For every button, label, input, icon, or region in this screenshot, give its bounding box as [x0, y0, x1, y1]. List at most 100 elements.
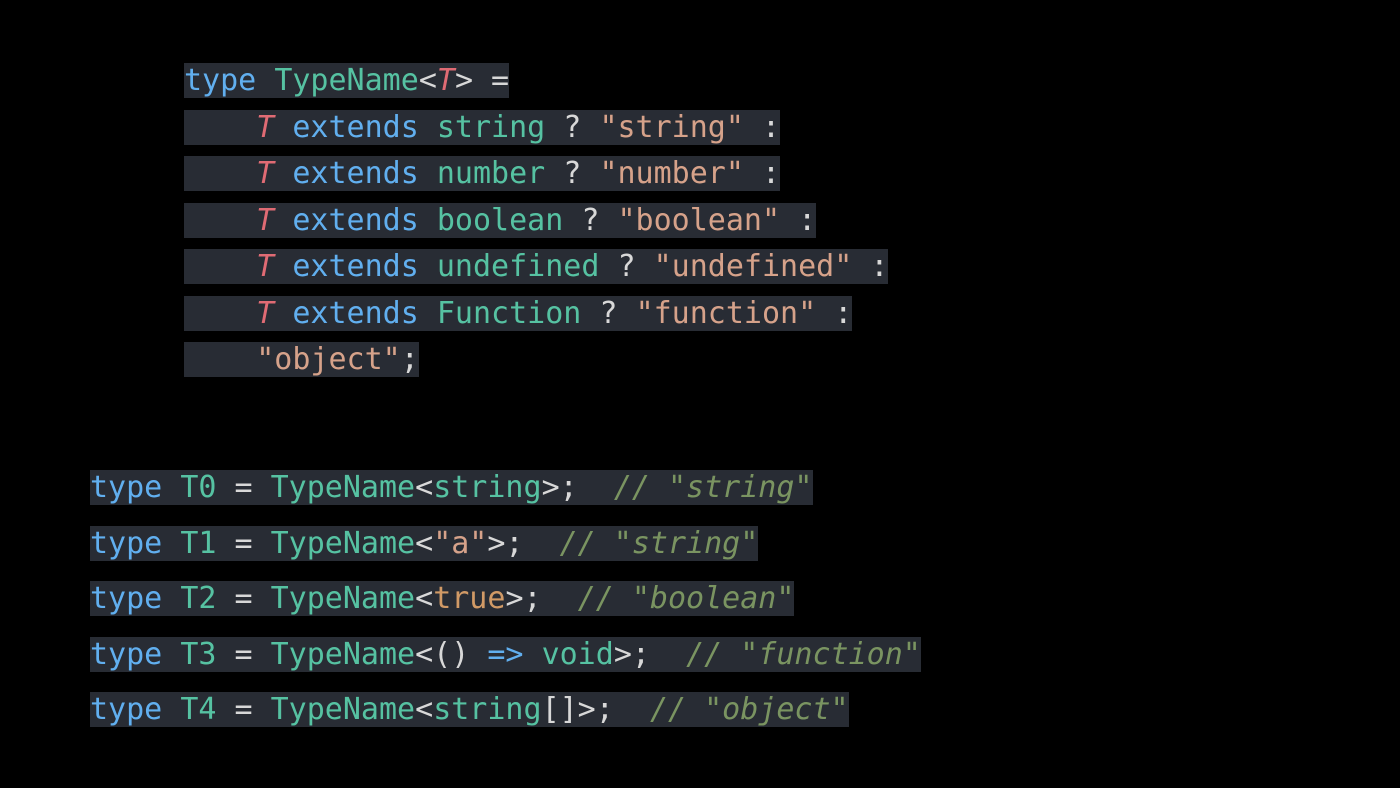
- code-token: extends: [292, 249, 418, 284]
- code-token: [184, 110, 256, 145]
- code-token: :: [852, 249, 888, 284]
- code-token: T: [256, 156, 274, 191]
- code-token: <: [415, 470, 433, 505]
- code-token: "undefined": [654, 249, 853, 284]
- code-token: > =: [455, 63, 509, 98]
- code-line: type T4 = TypeName<string[]>; // "object…: [90, 682, 921, 738]
- code-token: =: [216, 637, 270, 672]
- code-line: "object";: [184, 337, 888, 384]
- code-token: <: [419, 63, 437, 98]
- code-token: =: [216, 692, 270, 727]
- code-token: ?: [563, 203, 617, 238]
- code-token: Function: [437, 296, 582, 331]
- code-token: [524, 637, 542, 672]
- code-token: T2: [180, 581, 216, 616]
- code-token: [162, 470, 180, 505]
- code-token: // "boolean": [578, 581, 795, 616]
- code-token: ?: [599, 249, 653, 284]
- code-token: >;: [505, 581, 577, 616]
- code-token: boolean: [437, 203, 563, 238]
- code-token: TypeName: [271, 526, 416, 561]
- code-token: ?: [545, 156, 599, 191]
- code-token: [274, 110, 292, 145]
- code-token: T: [256, 249, 274, 284]
- code-token: T: [256, 110, 274, 145]
- code-token: number: [437, 156, 545, 191]
- code-block-definition: type TypeName<T> = T extends string ? "s…: [184, 58, 888, 384]
- code-token: string: [433, 692, 541, 727]
- code-token: "object": [256, 342, 401, 377]
- code-token: [274, 156, 292, 191]
- code-token: [162, 637, 180, 672]
- code-token: string: [433, 470, 541, 505]
- code-token: extends: [292, 156, 418, 191]
- code-token: [184, 342, 256, 377]
- code-line: T extends number ? "number" :: [184, 151, 888, 198]
- code-token: T1: [180, 526, 216, 561]
- code-token: [184, 203, 256, 238]
- code-token: [274, 296, 292, 331]
- code-token: [162, 692, 180, 727]
- code-block-examples: type T0 = TypeName<string>; // "string"t…: [90, 460, 921, 738]
- code-token: :: [744, 110, 780, 145]
- code-line: T extends string ? "string" :: [184, 105, 888, 152]
- code-token: string: [437, 110, 545, 145]
- code-token: "string": [599, 110, 744, 145]
- code-token: ;: [401, 342, 419, 377]
- code-token: >;: [614, 637, 686, 672]
- code-token: type: [90, 526, 162, 561]
- code-token: // "object": [650, 692, 849, 727]
- code-token: [184, 156, 256, 191]
- code-token: >;: [542, 470, 614, 505]
- code-token: >;: [487, 526, 559, 561]
- code-token: T0: [180, 470, 216, 505]
- code-token: "number": [599, 156, 744, 191]
- code-token: type: [90, 692, 162, 727]
- code-line: type T1 = TypeName<"a">; // "string": [90, 516, 921, 572]
- code-token: [419, 156, 437, 191]
- code-token: T: [256, 296, 274, 331]
- code-token: ?: [545, 110, 599, 145]
- code-token: :: [780, 203, 816, 238]
- code-line: type T3 = TypeName<() => void>; // "func…: [90, 627, 921, 683]
- code-token: <: [415, 581, 433, 616]
- code-token: T3: [180, 637, 216, 672]
- code-token: [162, 526, 180, 561]
- code-line: T extends undefined ? "undefined" :: [184, 244, 888, 291]
- code-token: extends: [292, 203, 418, 238]
- code-token: type: [90, 470, 162, 505]
- code-token: void: [542, 637, 614, 672]
- code-line: T extends Function ? "function" :: [184, 291, 888, 338]
- code-token: []>;: [542, 692, 650, 727]
- code-token: [419, 249, 437, 284]
- code-token: true: [433, 581, 505, 616]
- code-line: T extends boolean ? "boolean" :: [184, 198, 888, 245]
- code-line: type T2 = TypeName<true>; // "boolean": [90, 571, 921, 627]
- code-token: "boolean": [618, 203, 781, 238]
- code-token: [162, 581, 180, 616]
- code-token: =: [216, 581, 270, 616]
- code-token: T4: [180, 692, 216, 727]
- code-token: T: [437, 63, 455, 98]
- code-token: :: [744, 156, 780, 191]
- code-token: TypeName: [271, 581, 416, 616]
- code-token: [256, 63, 274, 98]
- code-token: TypeName: [271, 692, 416, 727]
- code-token: // "string": [614, 470, 813, 505]
- code-token: =>: [487, 637, 523, 672]
- code-token: <(): [415, 637, 487, 672]
- code-token: <: [415, 692, 433, 727]
- code-token: // "string": [560, 526, 759, 561]
- code-token: [274, 249, 292, 284]
- code-token: <: [415, 526, 433, 561]
- code-line: type T0 = TypeName<string>; // "string": [90, 460, 921, 516]
- code-token: [419, 203, 437, 238]
- code-token: [419, 296, 437, 331]
- code-token: undefined: [437, 249, 600, 284]
- code-token: [184, 249, 256, 284]
- code-token: extends: [292, 110, 418, 145]
- code-token: [274, 203, 292, 238]
- code-token: // "function": [686, 637, 921, 672]
- code-token: =: [216, 470, 270, 505]
- code-token: ?: [581, 296, 635, 331]
